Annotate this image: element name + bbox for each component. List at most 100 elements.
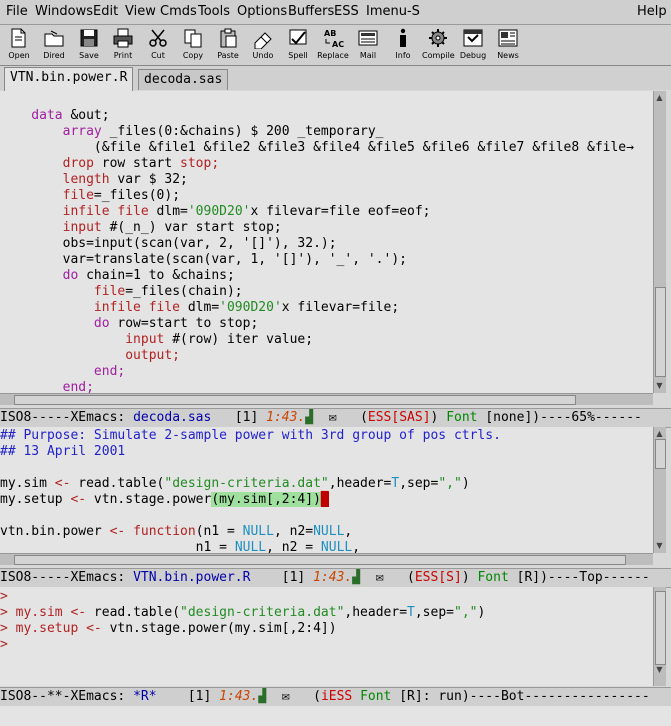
spell-button[interactable]: Spell bbox=[282, 26, 314, 64]
menu-file[interactable]: File bbox=[6, 4, 28, 19]
menu-help[interactable]: Help bbox=[637, 4, 667, 19]
replace-label: Replace bbox=[317, 51, 349, 60]
r-code: ## Purpose: Simulate 2-sample power with… bbox=[0, 428, 653, 553]
menu-ess[interactable]: ESS bbox=[334, 4, 359, 19]
debug-button[interactable]: Debug bbox=[457, 26, 489, 64]
r-line-8-null2: NULL bbox=[320, 540, 353, 553]
dired-button[interactable]: Dired bbox=[38, 26, 70, 64]
replace-button[interactable]: AB AC Replace bbox=[317, 26, 349, 64]
spell-label: Spell bbox=[288, 51, 308, 60]
menu-options[interactable]: Options bbox=[237, 4, 287, 19]
modeline-major-mode: ESS[S] bbox=[414, 570, 462, 585]
r-line-4-arg: ,header= bbox=[328, 476, 392, 491]
news-button[interactable]: News bbox=[492, 26, 524, 64]
save-button[interactable]: Save bbox=[73, 26, 105, 64]
r-pane-hscroll-thumb[interactable] bbox=[14, 555, 626, 565]
dired-label: Dired bbox=[43, 51, 65, 60]
modeline-mode-open: ( bbox=[383, 570, 415, 585]
scroll-down-arrow-icon[interactable]: ▼ bbox=[655, 381, 664, 390]
iess-pane-scroll-thumb[interactable] bbox=[655, 591, 666, 665]
tab-decoda-sas[interactable]: decoda.sas bbox=[138, 69, 229, 90]
scroll-down-arrow-icon[interactable]: ▼ bbox=[655, 665, 664, 674]
sas-line-1-kw: data bbox=[0, 108, 63, 123]
copy-button[interactable]: Copy bbox=[177, 26, 209, 64]
sas-editor-pane[interactable]: data &out; array _files(0:&chains) $ 200… bbox=[0, 91, 653, 393]
paste-button[interactable]: Paste bbox=[212, 26, 244, 64]
scroll-down-arrow-icon[interactable]: ▼ bbox=[655, 541, 664, 550]
scroll-up-arrow-icon[interactable]: ▲ bbox=[655, 93, 664, 102]
modeline-rest: [R])----Top------ bbox=[508, 570, 650, 585]
spell-check-icon bbox=[289, 29, 307, 45]
sas-line-13-rest: x filevar=file; bbox=[281, 300, 400, 315]
load-indicator-icon: ▟ bbox=[352, 570, 361, 585]
r-line-5-assign: <- bbox=[70, 492, 87, 507]
iess-prompt-4: > bbox=[0, 637, 8, 652]
line-continuation-arrow-icon: → bbox=[626, 140, 634, 155]
r-editor-pane[interactable]: ## Purpose: Simulate 2-sample power with… bbox=[0, 427, 653, 553]
r-line-8-n2: , n2 = bbox=[266, 540, 321, 553]
r-line-4-str: "design-criteria.dat" bbox=[164, 476, 329, 491]
sas-line-1: &out; bbox=[62, 108, 110, 123]
modeline-decoda-sas[interactable]: ISO8-----XEmacs: decoda.sas [1] 1:43.▟ ✉… bbox=[0, 408, 671, 428]
compile-button[interactable]: Compile bbox=[422, 26, 455, 64]
open-button[interactable]: Open bbox=[3, 26, 35, 64]
modeline-r-process[interactable]: ISO8--**-XEmacs: *R* [1] 1:43.▟ ✉ (iESS … bbox=[0, 687, 671, 707]
iess-line-2-true: T bbox=[407, 605, 415, 620]
sas-pane-scroll-thumb[interactable] bbox=[655, 287, 666, 377]
menu-windows[interactable]: Windows bbox=[35, 4, 93, 19]
cut-button[interactable]: Cut bbox=[142, 26, 174, 64]
sas-line-11-kw: do bbox=[0, 268, 79, 283]
sas-pane-horizontal-scrollbar[interactable] bbox=[0, 393, 653, 405]
menu-cmds[interactable]: Cmds bbox=[160, 4, 197, 19]
iess-process-pane[interactable]: > > my.sim <- read.table("design-criteri… bbox=[0, 587, 653, 686]
modeline-vtn-bin-power[interactable]: ISO8-----XEmacs: VTN.bin.power.R [1] 1:4… bbox=[0, 568, 671, 588]
r-line-7-comma: , bbox=[344, 524, 353, 539]
r-pane-horizontal-scrollbar[interactable] bbox=[0, 553, 653, 565]
iess-line-2-assign: <- bbox=[70, 605, 87, 620]
menu-view[interactable]: View bbox=[125, 4, 156, 19]
modeline-buffer-name: VTN.bin.power.R bbox=[133, 570, 251, 585]
r-pane-vertical-scrollbar[interactable]: ▲ ▼ bbox=[653, 427, 666, 553]
menu-tools[interactable]: Tools bbox=[198, 4, 230, 19]
print-button[interactable]: Print bbox=[107, 26, 139, 64]
iess-line-2-close: ) bbox=[477, 605, 486, 620]
menu-edit[interactable]: Edit bbox=[93, 4, 118, 19]
iess-pane-vertical-scrollbar[interactable]: ▼ bbox=[653, 587, 666, 686]
iess-line-2-sepstr: "," bbox=[454, 605, 478, 620]
scroll-up-arrow-icon[interactable]: ▲ bbox=[655, 429, 664, 438]
r-line-8-null1: NULL bbox=[234, 540, 267, 553]
tab-vtn-bin-power[interactable]: VTN.bin.power.R bbox=[4, 67, 134, 91]
r-pane-scroll-thumb[interactable] bbox=[655, 439, 666, 469]
gear-icon bbox=[429, 29, 447, 47]
r-line-7-args: (n1 = bbox=[195, 524, 243, 539]
open-file-icon bbox=[11, 28, 26, 48]
r-line-8-args: n1 = bbox=[0, 540, 235, 553]
sas-line-6: file bbox=[0, 188, 94, 203]
sas-line-14-kw: do bbox=[0, 316, 110, 331]
iess-line-2-sep: ,sep= bbox=[414, 605, 454, 620]
menu-imenu-s[interactable]: Imenu-S bbox=[366, 4, 420, 19]
r-line-5-var: my.setup bbox=[0, 492, 71, 507]
sas-pane-vertical-scrollbar[interactable]: ▲ ▼ bbox=[653, 91, 666, 393]
modeline-major-mode: iESS bbox=[320, 689, 353, 704]
sas-line-13-mid: dlm= bbox=[180, 300, 220, 315]
sas-code: data &out; array _files(0:&chains) $ 200… bbox=[0, 108, 653, 393]
info-button[interactable]: Info bbox=[387, 26, 419, 64]
sas-line-13-str: '090D20' bbox=[219, 300, 282, 315]
undo-eraser-icon bbox=[254, 32, 272, 49]
sas-line-7-kw: infile file bbox=[0, 204, 149, 219]
modeline-paren: ) bbox=[430, 410, 447, 425]
modeline-font-lock: Font bbox=[360, 689, 392, 704]
undo-button[interactable]: Undo bbox=[247, 26, 279, 64]
iess-line-3-assign: <- bbox=[86, 621, 102, 636]
sas-line-16: output; bbox=[0, 348, 181, 363]
minibuffer[interactable] bbox=[0, 706, 671, 726]
mail-button[interactable]: Mail bbox=[352, 26, 384, 64]
r-line-4-close: ) bbox=[461, 476, 470, 491]
mail-label: Mail bbox=[359, 51, 377, 60]
menu-buffers[interactable]: Buffers bbox=[288, 4, 334, 19]
sas-pane-hscroll-thumb[interactable] bbox=[14, 395, 576, 405]
iess-output: > > my.sim <- read.table("design-criteri… bbox=[0, 589, 653, 653]
iess-line-2-str: "design-criteria.dat" bbox=[180, 605, 345, 620]
load-indicator-icon: ▟ bbox=[258, 689, 267, 704]
